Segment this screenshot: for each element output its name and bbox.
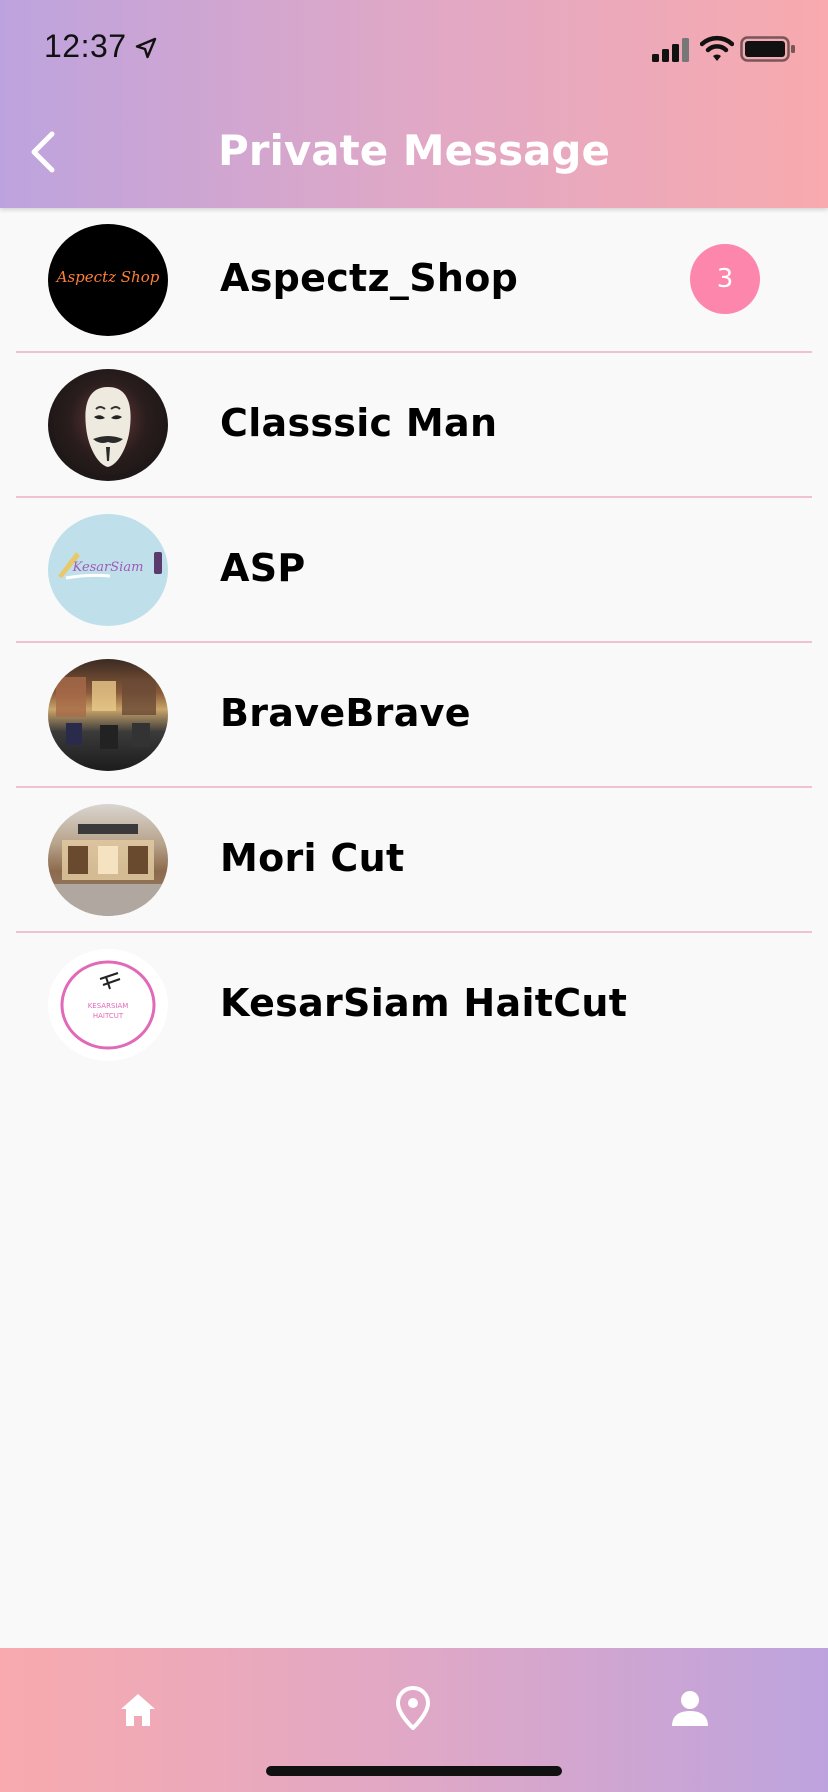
avatar xyxy=(48,659,168,771)
home-icon[interactable] xyxy=(118,1690,158,1730)
profile-icon[interactable] xyxy=(672,1690,708,1728)
unread-badge: 3 xyxy=(690,244,760,314)
conversation-name: Aspectz_Shop xyxy=(220,256,519,300)
status-time: 12:37 xyxy=(44,28,127,64)
wifi-icon xyxy=(700,35,734,61)
conversation-list: Aspectz Shop Aspectz_Shop 3 Classsic Man xyxy=(0,208,828,1076)
salon-interior-image xyxy=(56,677,156,749)
app-header: 12:37 Private Message xyxy=(0,0,828,208)
conversation-item-kesarsiam-haitcut[interactable]: KESARSIAM HAITCUT KesarSiam HaitCut xyxy=(16,933,812,1076)
avatar: KESARSIAM HAITCUT xyxy=(48,949,168,1061)
avatar xyxy=(48,369,168,481)
conversation-item-mori-cut[interactable]: Mori Cut xyxy=(16,788,812,933)
avatar xyxy=(48,804,168,916)
conversation-item-bravebrave[interactable]: BraveBrave xyxy=(16,643,812,788)
mask-avatar-image xyxy=(85,387,131,467)
avatar: KesarSiam xyxy=(48,514,168,626)
page-title: Private Message xyxy=(218,126,610,175)
conversation-item-classsic-man[interactable]: Classsic Man xyxy=(16,353,812,498)
storefront-image xyxy=(48,824,168,916)
battery-icon xyxy=(740,36,795,62)
conversation-name: BraveBrave xyxy=(220,691,471,735)
map-pin-icon[interactable] xyxy=(396,1686,430,1730)
conversation-item-asp[interactable]: KesarSiam ASP xyxy=(16,498,812,643)
avatar-logo-text: KesarSiam xyxy=(72,560,144,575)
cellular-signal-icon xyxy=(652,38,689,62)
avatar-logo-text: KESARSIAM HAITCUT xyxy=(87,1002,129,1020)
home-indicator xyxy=(266,1766,562,1776)
conversation-item-aspectz-shop[interactable]: Aspectz Shop Aspectz_Shop 3 xyxy=(16,208,812,353)
conversation-name: Classsic Man xyxy=(220,401,498,445)
avatar: Aspectz Shop xyxy=(48,224,168,336)
conversation-name: Mori Cut xyxy=(220,836,405,880)
avatar-logo-text: Aspectz Shop xyxy=(56,268,160,286)
conversation-name: KesarSiam HaitCut xyxy=(220,981,628,1025)
location-arrow-icon xyxy=(135,37,157,59)
conversation-name: ASP xyxy=(220,546,306,590)
